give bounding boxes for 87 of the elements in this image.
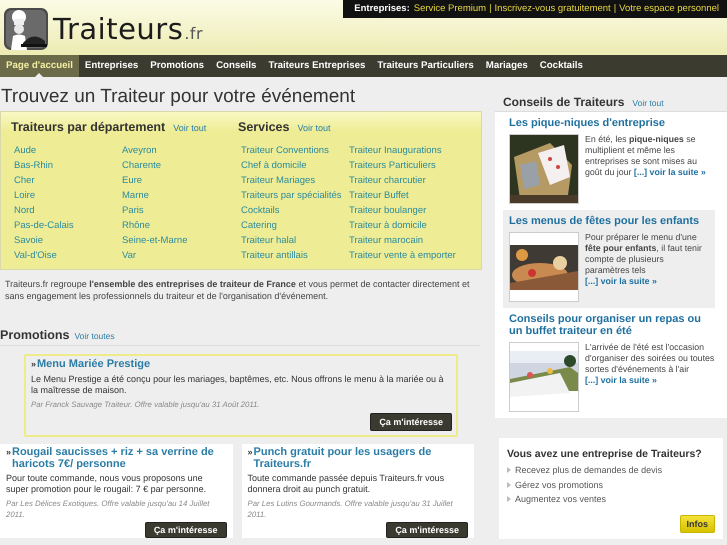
arrow-icon	[507, 467, 511, 474]
category-link[interactable]: Bas-Rhin	[14, 160, 122, 175]
article-title-link[interactable]: Les pique-niques d'entreprise	[509, 117, 715, 129]
interest-button[interactable]: Ça m'intéresse	[144, 522, 226, 538]
see-all-link[interactable]: Voir toutes	[74, 331, 115, 341]
nav-tab[interactable]: Conseils	[210, 55, 262, 77]
article-excerpt: L'arrivée de l'été est l'occasion d'organiser des soirées ou toutes sortes d'événements à l'air [...] voir la suite »	[585, 342, 715, 386]
category-link[interactable]: Charente	[122, 160, 238, 175]
section-heading: Traiteurs par département	[11, 120, 166, 134]
category-link[interactable]: Traiteur boulanger	[349, 205, 470, 220]
category-link[interactable]: Traiteur à domicile	[349, 220, 470, 235]
benefit-text: Recevez plus de demandes de devis	[515, 464, 662, 477]
category-link[interactable]: Pas-de-Calais	[14, 220, 122, 235]
category-link[interactable]: Catering	[241, 220, 349, 235]
category-link[interactable]: Var	[122, 250, 238, 265]
top-bar-label: Entreprises:	[354, 3, 410, 14]
article-title-link[interactable]: Conseils pour organiser un repas ou un buffet traiteur en été	[509, 313, 715, 337]
section-heading: Promotions	[0, 328, 70, 342]
category-link[interactable]: Traiteur vente à emporter	[349, 250, 470, 265]
read-more-link[interactable]: [...] voir la suite »	[585, 375, 657, 385]
top-bar-link[interactable]: Inscrivez-vous gratuitement	[494, 3, 611, 14]
interest-button[interactable]: Ça m'intéresse	[386, 522, 468, 538]
article-excerpt: En été, les pique-niques se multiplient et même les entreprises se sont mises au goût du jour [...] voir la suite »	[585, 134, 707, 178]
see-all-link[interactable]: Voir tout	[632, 98, 664, 108]
category-link[interactable]: Nord	[14, 205, 122, 220]
category-link[interactable]: Chef à domicile	[241, 160, 349, 175]
interest-button[interactable]: Ça m'intéresse	[370, 413, 452, 431]
read-more-link[interactable]: [...] voir la suite »	[585, 276, 657, 286]
separator-text: |	[489, 3, 492, 14]
section-heading: Services	[238, 120, 290, 134]
category-link[interactable]: Aude	[14, 145, 122, 160]
nav-tab[interactable]: Traiteurs Particuliers	[371, 55, 480, 77]
promotion-text: Toute commande passée depuis Traiteurs.fr vous donnera droit au punch gratuit.	[248, 473, 446, 495]
category-link[interactable]: Cher	[14, 175, 122, 190]
category-link[interactable]: Traiteurs par spécialités	[241, 190, 349, 205]
promotion-title-link[interactable]: Punch gratuit pour les usagers de Traiteurs.fr	[254, 447, 468, 470]
box-heading: Vous avez une entreprise de Traiteurs?	[507, 448, 703, 460]
arrow-icon	[507, 482, 511, 488]
category-link[interactable]: Traiteur Conventions	[241, 145, 349, 160]
benefit-text: Augmentez vos ventes	[515, 493, 606, 506]
promotion-title-link[interactable]: Menu Mariée Prestige	[37, 359, 150, 370]
top-bar-link[interactable]: Service Premium	[414, 3, 486, 14]
category-link[interactable]: Traiteur Inaugurations	[349, 145, 470, 160]
category-link[interactable]: Eure	[122, 175, 238, 190]
category-link[interactable]: Traiteur antillais	[241, 250, 349, 265]
category-link[interactable]: Traiteur Buffet	[349, 190, 470, 205]
promotion-text: Le Menu Prestige a été conçu pour les mariages, baptêmes, etc. Nous offrons le menu à la mariée ou à la maîtresse de maison.	[31, 374, 445, 396]
category-link[interactable]: Savoie	[14, 235, 122, 250]
nav-tab[interactable]: Traiteurs Entreprises	[262, 55, 372, 77]
arrow-icon	[507, 496, 511, 502]
category-link[interactable]: Loire	[14, 190, 122, 205]
nav-tab[interactable]: Cocktails	[534, 55, 589, 77]
category-link[interactable]: Seine-et-Marne	[122, 235, 238, 250]
article-excerpt: Pour préparer le menu d'une fête pour enfants, il faut tenir compte de plusieurs paramètres tels [...] voir la suite »	[585, 232, 703, 287]
promotion-text: Pour toute commande, nous vous proposons une super promotion pour le rougail: 7 € par personne.	[6, 473, 208, 495]
nav-tab[interactable]: Entreprises	[78, 55, 144, 77]
category-link[interactable]: Paris	[122, 205, 238, 220]
category-link[interactable]: Val-d'Oise	[14, 250, 122, 265]
intro-paragraph: Traiteurs.fr regroupe l'ensemble des entreprises de traiteur de France et vous permet de contacter directement et sans engagement les professionnels du traiteur et de l'organisation d'événement.	[5, 278, 471, 302]
bullet-text: »	[248, 447, 253, 459]
chef-icon	[3, 7, 49, 51]
info-button[interactable]: Infos	[680, 514, 715, 532]
category-link[interactable]: Aveyron	[122, 145, 238, 160]
article-title-link[interactable]: Les menus de fêtes pour les enfants	[509, 215, 703, 227]
nav-tab[interactable]: Mariages	[480, 55, 534, 77]
separator-text: |	[614, 3, 616, 14]
see-all-link[interactable]: Voir tout	[297, 123, 330, 133]
category-link[interactable]: Traiteur charcutier	[349, 175, 470, 190]
category-link[interactable]: Traiteur Mariages	[241, 175, 349, 190]
read-more-link[interactable]: [...] voir la suite »	[634, 167, 706, 177]
page-heading: Trouvez un Traiteur pour votre événement	[1, 87, 356, 107]
bullet-text: »	[6, 447, 12, 459]
category-link[interactable]: Traiteur halal	[241, 235, 349, 250]
site-logo-text[interactable]: Traiteurs.fr	[53, 12, 204, 46]
section-heading: Conseils de Traiteurs	[503, 95, 624, 109]
benefit-text: Gérez vos promotions	[515, 478, 604, 492]
category-link[interactable]: Traiteurs Particuliers	[349, 160, 470, 175]
promotion-title-link[interactable]: Rougail saucisses + riz + sa verrine de haricots 7€/ personne	[12, 447, 226, 470]
category-link[interactable]: Marne	[122, 190, 238, 205]
category-link[interactable]: Cocktails	[241, 205, 349, 220]
nav-tab[interactable]: Promotions	[144, 55, 210, 77]
see-all-link[interactable]: Voir tout	[173, 123, 206, 133]
category-link[interactable]: Traiteur marocain	[349, 235, 470, 250]
nav-tab[interactable]: Page d'accueil	[0, 55, 79, 77]
bullet-text: »	[31, 359, 36, 370]
category-link[interactable]: Rhône	[122, 220, 238, 235]
top-bar-link[interactable]: Votre espace personnel	[619, 3, 719, 14]
